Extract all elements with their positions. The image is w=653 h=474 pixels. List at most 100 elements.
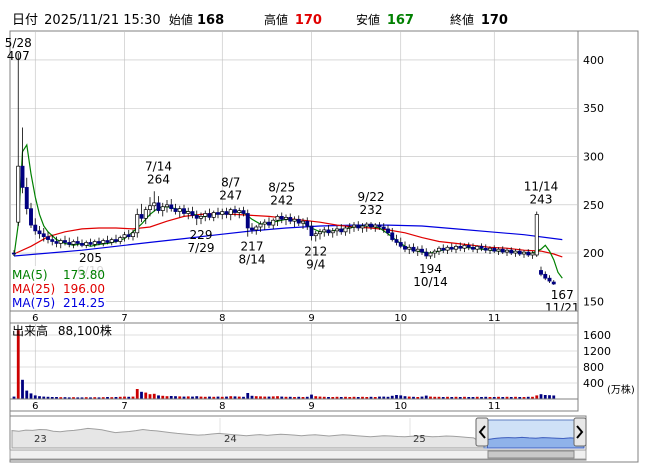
candle-body xyxy=(152,202,157,207)
volume-bar xyxy=(246,393,250,399)
candle-body xyxy=(216,212,220,215)
volume-unit: (万株) xyxy=(607,383,635,396)
month-label: 10 xyxy=(394,313,407,324)
month-label: 10 xyxy=(394,401,407,412)
candle-body xyxy=(318,231,322,235)
high-label: 高値 xyxy=(264,12,288,27)
candle-body xyxy=(398,242,403,247)
candle-body xyxy=(335,228,339,232)
candle-body xyxy=(267,221,271,226)
price-tick-label: 150 xyxy=(583,295,604,308)
open-value: 168 xyxy=(197,13,224,28)
candle-body xyxy=(169,204,174,210)
candle-body xyxy=(551,281,556,285)
candle-body xyxy=(411,246,416,252)
volume-bar xyxy=(424,395,428,399)
candle-body xyxy=(428,252,433,257)
candle-body xyxy=(505,249,509,253)
candle-body xyxy=(522,251,526,255)
navigator-selected-series xyxy=(487,436,585,449)
candle-body xyxy=(500,248,505,253)
candle-body xyxy=(322,229,327,233)
candle-body xyxy=(254,226,259,231)
candle-body xyxy=(373,224,378,228)
high-group: 高値 170 xyxy=(264,12,322,28)
month-label: 6 xyxy=(32,313,38,324)
legend-ma25-value: 196.00 xyxy=(63,282,105,296)
candle xyxy=(534,211,539,257)
candle-body xyxy=(343,227,348,233)
price-tick-label: 400 xyxy=(583,54,604,67)
candle-body xyxy=(84,242,89,246)
high-value: 170 xyxy=(295,13,322,28)
month-label: 11 xyxy=(488,313,501,324)
candle-body xyxy=(517,250,522,255)
annotation-date: 8/7 xyxy=(221,176,240,190)
annotation-date: 9/22 xyxy=(358,190,385,204)
candle-body xyxy=(530,252,535,256)
candle-body xyxy=(420,248,424,253)
month-label: 9 xyxy=(308,313,314,324)
volume-axis: 400 800 1200 1600 xyxy=(583,329,611,390)
candle-body xyxy=(301,220,305,224)
candle-body xyxy=(50,239,55,242)
annotation-date: 7/29 xyxy=(188,241,215,255)
candle-body xyxy=(16,165,21,223)
legend-ma75-value: 214.25 xyxy=(63,296,105,310)
volume-tick-label: 1200 xyxy=(583,345,611,358)
candle-body xyxy=(279,216,284,220)
candle-body xyxy=(190,211,195,216)
candle-body xyxy=(156,202,161,211)
price-tick-label: 350 xyxy=(583,102,604,115)
annotation-value: 407 xyxy=(7,49,30,63)
annotation-value: 205 xyxy=(79,251,102,265)
month-label: 11 xyxy=(488,401,501,412)
candle-body xyxy=(203,213,208,217)
month-label: 6 xyxy=(32,401,38,412)
volume-bar xyxy=(140,391,143,399)
volume-bar xyxy=(144,392,148,399)
date-label: 日付 xyxy=(12,13,38,28)
candle-body xyxy=(415,248,420,252)
candle-body xyxy=(228,209,233,215)
low-label: 安値 xyxy=(356,12,380,27)
candle-body xyxy=(479,245,484,249)
candle-body xyxy=(424,251,429,257)
volume-bar xyxy=(543,395,547,399)
candle-body xyxy=(369,223,373,228)
candle-body xyxy=(377,224,382,228)
candle-body xyxy=(471,246,475,250)
candle-body xyxy=(513,250,518,254)
candle-body xyxy=(407,246,412,250)
candle-body xyxy=(390,232,395,240)
candle-body xyxy=(539,270,543,275)
candle-body xyxy=(496,248,501,252)
annotation-value: 167 xyxy=(551,288,574,302)
candle-body xyxy=(194,215,199,219)
volume-label: 出来高 88,100株 xyxy=(12,323,112,338)
navigator-right-handle[interactable] xyxy=(573,417,587,447)
candle-body xyxy=(220,211,225,215)
candle-body xyxy=(449,246,454,250)
month-label: 9 xyxy=(308,401,314,412)
candle-body xyxy=(211,212,216,218)
navigator-left-handle[interactable] xyxy=(475,417,489,447)
candle-body xyxy=(360,225,365,229)
navigator-scrollbar-thumb[interactable] xyxy=(487,450,575,459)
candle-body xyxy=(441,247,446,251)
candle-body xyxy=(63,240,67,243)
candle-body xyxy=(330,230,335,234)
volume-bar xyxy=(152,393,156,399)
volume-bar xyxy=(29,393,33,399)
candle-body xyxy=(356,224,361,229)
candle-body xyxy=(492,247,497,252)
price-tick-label: 200 xyxy=(583,247,604,260)
volume-bar xyxy=(539,394,543,399)
volume-bar xyxy=(399,395,403,399)
candle-body xyxy=(292,218,297,222)
candle-body xyxy=(101,240,106,244)
candle-body xyxy=(466,244,471,248)
candle-body xyxy=(126,234,131,238)
candle-body xyxy=(241,210,246,214)
candle-body xyxy=(20,165,25,188)
